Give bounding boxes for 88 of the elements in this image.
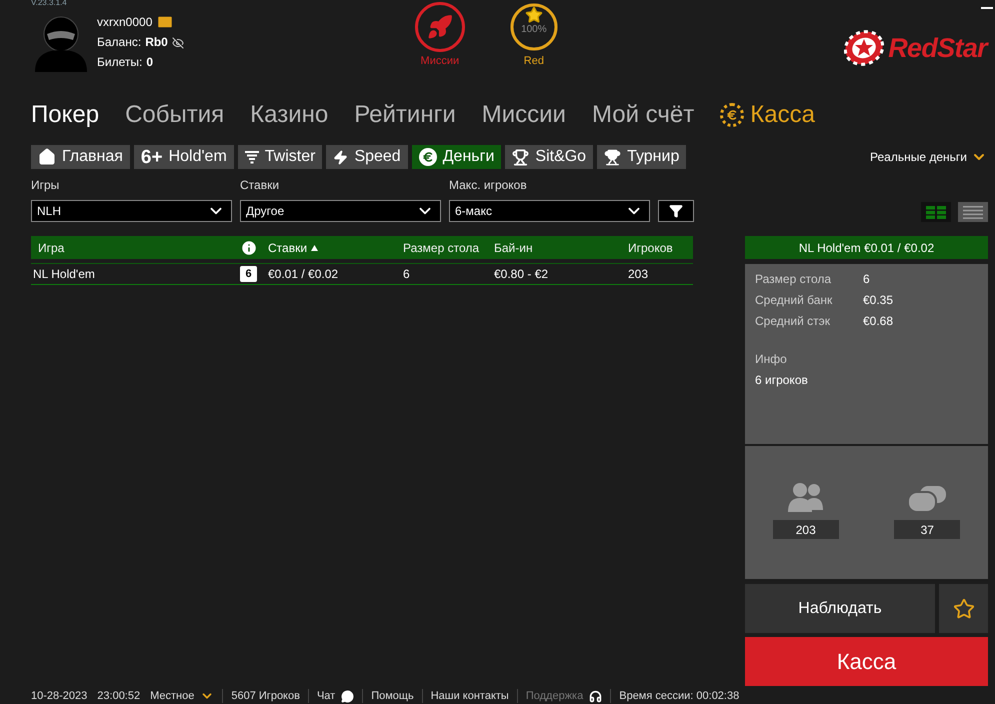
category-tab[interactable]: Twister <box>238 145 322 169</box>
field-value: 6 <box>863 271 870 288</box>
cup-icon <box>604 148 622 166</box>
grid-view-button[interactable] <box>921 202 951 222</box>
table-cell-text: €0.80 - €2 <box>494 266 550 283</box>
table-cell-text: €0.01 / €0.02 <box>268 266 340 283</box>
footer-text: 23:00:52 <box>97 688 140 704</box>
nav-link[interactable]: Рейтинги <box>354 96 456 132</box>
filter-select[interactable]: 6-макс <box>449 200 650 222</box>
poker-chip-logo-icon <box>844 30 884 66</box>
grid-icon <box>926 206 946 218</box>
info-value: 6 игроков <box>755 372 809 389</box>
category-tab[interactable]: Главная <box>31 145 130 169</box>
info-label: Инфо <box>755 351 788 368</box>
table-cell-text: 203 <box>628 266 650 283</box>
stacked-tables-icon <box>908 486 946 512</box>
stat-value: 37 <box>894 520 960 539</box>
footer-text[interactable]: Местное <box>150 688 194 704</box>
column-header[interactable]: Размер стола <box>403 236 494 259</box>
footer-link[interactable]: Чат <box>316 688 336 704</box>
eye-off-icon[interactable] <box>172 36 184 48</box>
nav-link[interactable]: События <box>125 96 224 132</box>
level-percent: 100% <box>521 24 547 36</box>
balance-value: Rb0 <box>145 34 168 51</box>
footer-link[interactable]: Помощь <box>371 688 414 704</box>
euro-coin-icon <box>418 148 437 166</box>
euro-coin-icon <box>720 102 744 126</box>
lightning-icon <box>333 150 348 164</box>
column-header[interactable]: Игра <box>38 236 240 259</box>
field-label: Размер стола <box>755 271 832 288</box>
footer-text: Время сессии: 00:02:38 <box>619 688 740 704</box>
watch-button[interactable]: Наблюдать <box>745 584 935 633</box>
filter-label: Ставки <box>240 177 280 194</box>
nav-link[interactable]: Мой счёт <box>592 96 694 132</box>
rocket-icon <box>426 14 453 40</box>
tickets-value: 0 <box>146 54 153 71</box>
category-tab[interactable]: Sit&Go <box>505 145 594 169</box>
nav-link[interactable]: Покер <box>31 96 100 132</box>
cashier-button[interactable]: Касса <box>745 637 988 686</box>
favorite-button[interactable] <box>939 584 988 633</box>
column-header[interactable]: Ставки <box>268 236 403 259</box>
nav-link[interactable]: Миссии <box>482 96 566 132</box>
rocket-badge[interactable] <box>414 2 465 52</box>
field-label: Средний банк <box>755 292 834 309</box>
filter-label: Макс. игроков <box>449 177 528 194</box>
column-header[interactable]: Бай-ин <box>494 236 628 259</box>
filter-select[interactable]: Другое <box>240 200 441 222</box>
footer-text: 10-28-2023 <box>31 688 88 704</box>
field-label: Средний стэк <box>755 313 831 330</box>
headset-icon <box>589 690 602 702</box>
filter-button[interactable] <box>658 200 694 222</box>
logo-wordmark: RedStar <box>888 32 987 65</box>
table-cell-text: 6 <box>403 266 411 283</box>
field-value: €0.68 <box>863 313 894 330</box>
filter-icon <box>669 204 683 218</box>
users-icon <box>786 482 825 512</box>
category-tab[interactable]: Speed <box>326 145 408 169</box>
sort-up-icon <box>311 244 318 250</box>
footer-text: 5607 Игроков <box>231 688 300 704</box>
category-tab[interactable]: 6+ Hold'em <box>134 145 234 169</box>
level-label: Red <box>524 54 544 69</box>
funnel-lines-icon <box>244 150 259 164</box>
star-icon <box>524 6 543 24</box>
footer-link[interactable]: Наши контакты <box>430 688 509 704</box>
filter-label: Игры <box>31 177 60 194</box>
six-plus-label: 6+ <box>140 148 163 166</box>
list-icon <box>963 206 983 218</box>
seats-badge: 6 <box>240 266 257 282</box>
nav-link[interactable]: Казино <box>250 96 328 132</box>
chat-bubble-icon <box>341 690 354 702</box>
table-cell-text: NL Hold'em <box>33 266 96 283</box>
info-icon[interactable] <box>240 238 258 256</box>
category-tab[interactable]: Турнир <box>597 145 686 169</box>
home-icon <box>38 148 56 166</box>
username: vxrxn0000 <box>97 14 152 30</box>
tickets-label: Билеты: <box>97 54 142 71</box>
filter-select[interactable]: NLH <box>31 200 232 222</box>
currency-dropdown[interactable]: Реальные деньги <box>870 148 987 166</box>
category-tab[interactable]: Деньги <box>412 145 502 169</box>
balance-label: Баланс: <box>97 34 142 51</box>
details-title: NL Hold'em €0.01 / €0.02 <box>745 236 988 259</box>
table-row[interactable]: NL Hold'em 6 €0.01 / €0.02 6 €0.80 - €2 203 <box>31 264 693 285</box>
column-header[interactable]: Игроков <box>628 236 693 259</box>
stat-value: 203 <box>772 520 839 539</box>
field-value: €0.35 <box>863 292 894 309</box>
list-view-button[interactable] <box>958 202 988 222</box>
trophy-icon <box>512 148 530 166</box>
nav-link[interactable]: Касса <box>720 96 815 132</box>
